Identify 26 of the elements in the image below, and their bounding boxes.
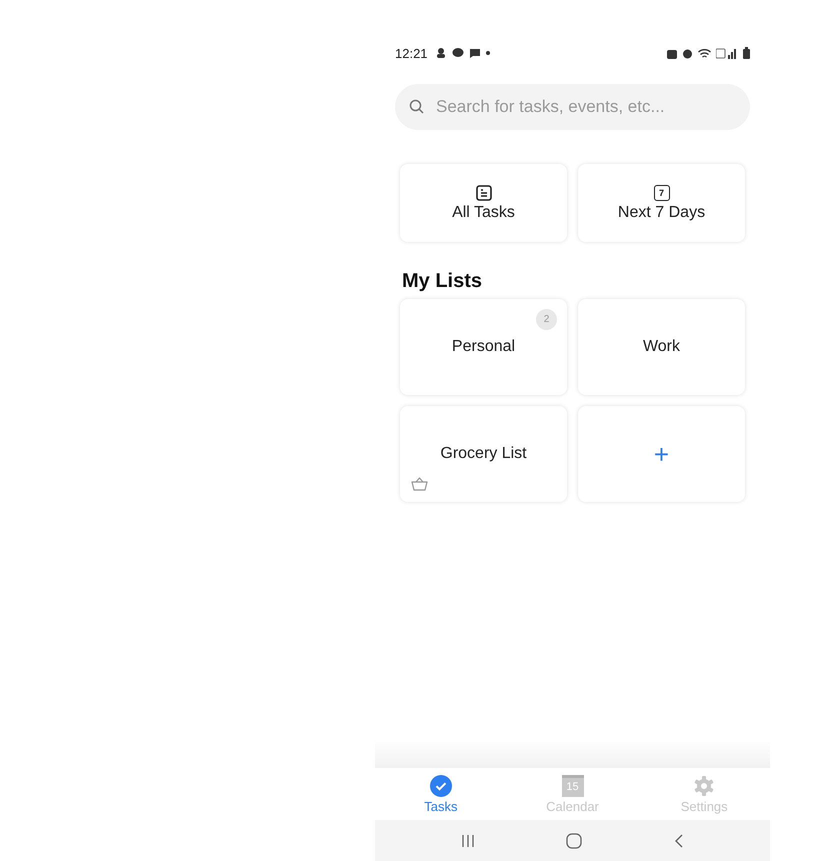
back-icon[interactable]: [674, 834, 684, 848]
chat-bubble-icon: [452, 47, 464, 59]
wifi-icon: [698, 48, 711, 58]
filter-card[interactable]: 7 Next 7 Days: [578, 164, 745, 242]
search-icon: [409, 99, 424, 114]
signal-icon: [716, 48, 738, 58]
section-title: My Lists: [401, 269, 484, 294]
list-card[interactable]: 2 Personal: [400, 299, 567, 395]
calendar-icon: 7: [654, 184, 670, 200]
status-time: 12:21: [395, 46, 428, 60]
settings-icon: [693, 774, 716, 796]
add-list-button[interactable]: +: [578, 406, 745, 502]
checkmark-icon: [430, 774, 452, 796]
recent-apps-icon[interactable]: [460, 834, 475, 848]
basket-icon: [411, 477, 428, 491]
filter-card[interactable]: All Tasks: [400, 164, 567, 242]
list-card[interactable]: Work: [578, 299, 745, 395]
list-card[interactable]: Grocery List: [400, 406, 567, 502]
count-badge: 2: [536, 309, 557, 330]
search-field[interactable]: Search for tasks, events, etc...: [395, 84, 750, 130]
home-icon[interactable]: [566, 832, 582, 848]
message-icon: [468, 47, 481, 59]
nav-tab[interactable]: Tasks: [375, 768, 507, 820]
battery-icon: [743, 47, 750, 59]
list-icon: [476, 184, 492, 200]
dot-icon: [486, 51, 490, 55]
